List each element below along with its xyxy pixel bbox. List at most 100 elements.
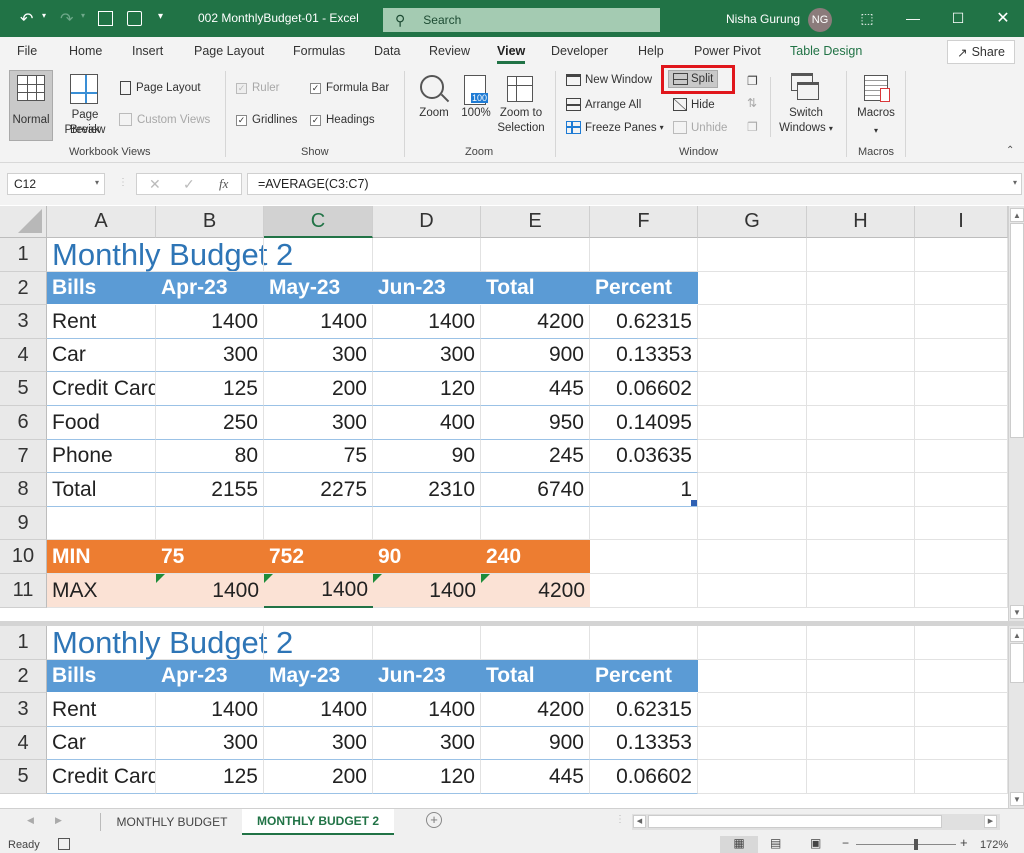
cell-c4[interactable]: 300 (264, 339, 373, 372)
cell-e5[interactable]: 445 (481, 760, 590, 794)
cell-e11[interactable]: 4200 (481, 574, 590, 608)
page-break-status-icon[interactable]: ▣ (810, 836, 821, 850)
cell-e10[interactable]: 240 (481, 540, 590, 574)
scroll-up-icon[interactable]: ▲ (1010, 628, 1024, 642)
cell-h3[interactable] (807, 693, 915, 727)
cell-e3[interactable]: 4200 (481, 305, 590, 339)
cell-h9[interactable] (807, 507, 915, 540)
cell-g3[interactable] (698, 305, 807, 339)
cell-a3[interactable]: Rent (47, 305, 156, 339)
tab-view[interactable]: View (497, 44, 526, 64)
cell-f7[interactable]: 0.03635 (590, 440, 698, 473)
cell-c5[interactable]: 200 (264, 372, 373, 406)
zoom-slider[interactable] (856, 839, 956, 850)
cell-g10[interactable] (698, 540, 807, 574)
minimize-icon[interactable]: — (898, 6, 928, 30)
cell-b10[interactable]: 75 (156, 540, 264, 574)
cell-e7[interactable]: 245 (481, 440, 590, 473)
synchronous-scrolling-icon[interactable]: ⇅ (747, 96, 757, 110)
cell-h10[interactable] (807, 540, 915, 574)
scroll-down-icon[interactable]: ▼ (1010, 605, 1024, 619)
cell-g5[interactable] (698, 760, 807, 794)
add-sheet-icon[interactable]: + (426, 812, 442, 828)
customize-qat-icon[interactable]: ▾ (158, 11, 163, 22)
vertical-scrollbar-top[interactable]: ▲ ▼ (1008, 206, 1024, 621)
cell-d1[interactable] (373, 626, 481, 660)
reset-window-position-icon[interactable]: ❐ (747, 120, 758, 134)
cell-b9[interactable] (156, 507, 264, 540)
cell-a2[interactable]: Bills (47, 272, 156, 305)
scroll-tabs-left-icon[interactable]: ◀ (27, 815, 34, 826)
cell-e1[interactable] (481, 626, 590, 660)
column-header-b[interactable]: B (156, 206, 264, 238)
ruler-checkbox[interactable]: ✓ Ruler (236, 82, 279, 94)
cell-c3[interactable]: 1400 (264, 693, 373, 727)
cell-c1[interactable] (264, 626, 373, 660)
cell-c8[interactable]: 2275 (264, 473, 373, 507)
cell-a4[interactable]: Car (47, 339, 156, 372)
row-header-8[interactable]: 8 (0, 473, 47, 507)
cell-a5[interactable]: Credit Card (47, 372, 156, 406)
normal-view-button[interactable]: Normal (9, 70, 53, 141)
custom-views-button[interactable]: Custom Views (119, 113, 210, 126)
cell-d6[interactable]: 400 (373, 406, 481, 440)
tab-data[interactable]: Data (374, 44, 400, 58)
tab-formulas[interactable]: Formulas (293, 44, 345, 58)
cell-f5[interactable]: 0.06602 (590, 760, 698, 794)
cell-i11[interactable] (915, 574, 1008, 608)
row-header-4[interactable]: 4 (0, 727, 47, 760)
cell-g8[interactable] (698, 473, 807, 507)
undo-dropdown-icon[interactable]: ▾ (42, 11, 46, 20)
tab-insert[interactable]: Insert (132, 44, 163, 58)
cell-i6[interactable] (915, 406, 1008, 440)
row-header-11[interactable]: 11 (0, 574, 47, 608)
cell-d5[interactable]: 120 (373, 372, 481, 406)
zoom-to-selection-button[interactable]: Zoom to Selection (495, 70, 547, 141)
cell-b1[interactable] (156, 238, 264, 272)
column-header-a[interactable]: A (47, 206, 156, 238)
cell-d10[interactable]: 90 (373, 540, 481, 574)
cell-a3[interactable]: Rent (47, 693, 156, 727)
zoom-level[interactable]: 172% (980, 839, 1008, 851)
cell-h7[interactable] (807, 440, 915, 473)
cell-a5[interactable]: Credit Card (47, 760, 156, 794)
scroll-thumb[interactable] (1010, 643, 1024, 683)
cell-h1[interactable] (807, 238, 915, 272)
column-header-c[interactable]: C (264, 206, 373, 238)
row-header-2[interactable]: 2 (0, 660, 47, 693)
cell-g3[interactable] (698, 693, 807, 727)
row-header-3[interactable]: 3 (0, 693, 47, 727)
cell-b5[interactable]: 125 (156, 760, 264, 794)
row-header-6[interactable]: 6 (0, 406, 47, 440)
page-layout-status-icon[interactable]: ▤ (770, 836, 781, 850)
cell-g5[interactable] (698, 372, 807, 406)
cell-h8[interactable] (807, 473, 915, 507)
cell-c9[interactable] (264, 507, 373, 540)
cell-i3[interactable] (915, 693, 1008, 727)
cell-h1[interactable] (807, 626, 915, 660)
cell-c2[interactable]: May-23 (264, 272, 373, 305)
cell-a1[interactable]: Monthly Budget 2 (47, 237, 293, 272)
macros-button[interactable]: Macros ▾ (852, 70, 900, 141)
cell-i9[interactable] (915, 507, 1008, 540)
switch-windows-button[interactable]: Switch Windows ▾ (775, 70, 837, 141)
cell-c1[interactable] (264, 238, 373, 272)
cell-d11[interactable]: 1400 (373, 574, 481, 608)
cell-f4[interactable]: 0.13353 (590, 339, 698, 372)
tab-power-pivot[interactable]: Power Pivot (694, 44, 761, 58)
row-header-1[interactable]: 1 (0, 626, 47, 660)
split-button[interactable]: Split (668, 70, 719, 88)
cell-e3[interactable]: 4200 (481, 693, 590, 727)
cell-a11[interactable]: MAX (47, 574, 156, 608)
hide-button[interactable]: Hide (673, 98, 715, 111)
cell-g1[interactable] (698, 626, 807, 660)
cell-c10[interactable]: 752 (264, 540, 373, 574)
cell-a6[interactable]: Food (47, 406, 156, 440)
row-header-5[interactable]: 5 (0, 760, 47, 794)
cell-g7[interactable] (698, 440, 807, 473)
cell-h6[interactable] (807, 406, 915, 440)
cell-g6[interactable] (698, 406, 807, 440)
row-header-9[interactable]: 9 (0, 507, 47, 540)
cell-c4[interactable]: 300 (264, 727, 373, 760)
zoom-in-icon[interactable]: + (960, 835, 968, 850)
